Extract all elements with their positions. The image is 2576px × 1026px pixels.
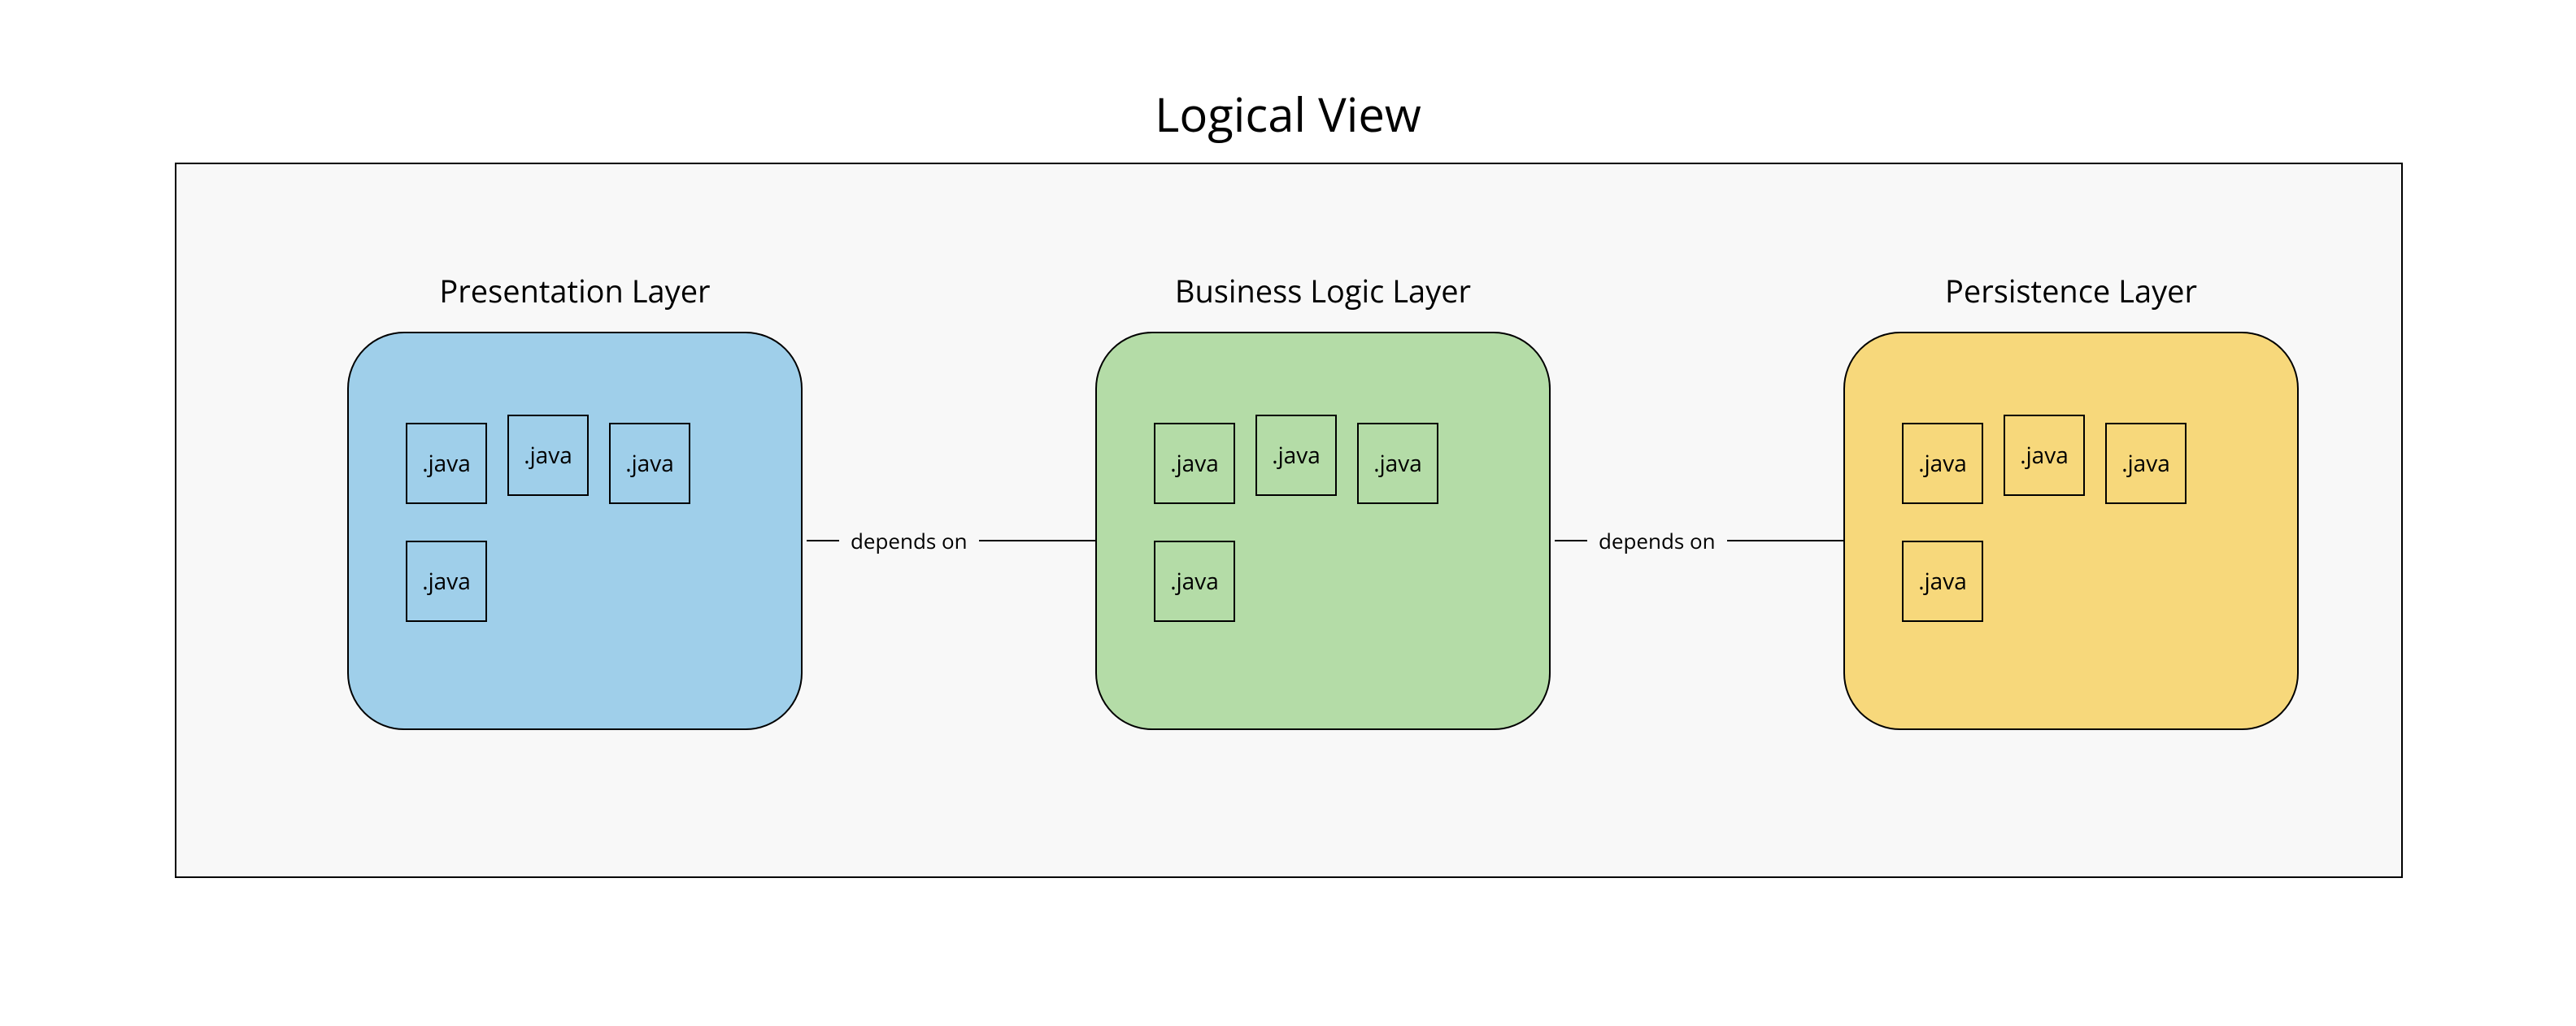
layer-business-logic: Business Logic Layer .java .java .java .…: [1095, 270, 1551, 730]
depends-on-arrow: depends on: [807, 526, 1109, 555]
file-icon: .java: [507, 415, 589, 496]
file-icon: .java: [1357, 423, 1438, 504]
arrow-label: depends on: [839, 526, 979, 555]
layer-box: .java .java .java .java: [1843, 332, 2299, 730]
layer-label: Persistence Layer: [1843, 270, 2299, 312]
file-icon: .java: [406, 423, 487, 504]
file-icon: .java: [1902, 541, 1983, 622]
file-icon: .java: [1255, 415, 1337, 496]
depends-on-arrow: depends on: [1555, 526, 1857, 555]
layer-label: Presentation Layer: [347, 270, 803, 312]
layer-label: Business Logic Layer: [1095, 270, 1551, 312]
diagram-title: Logical View: [0, 0, 2576, 162]
file-icon: .java: [1154, 541, 1235, 622]
layer-box: .java .java .java .java: [347, 332, 803, 730]
file-icon: .java: [406, 541, 487, 622]
layer-presentation: Presentation Layer .java .java .java .ja…: [347, 270, 803, 730]
layer-box: .java .java .java .java: [1095, 332, 1551, 730]
file-icon: .java: [2105, 423, 2187, 504]
file-icon: .java: [609, 423, 690, 504]
file-icon: .java: [2004, 415, 2085, 496]
diagram-frame: Presentation Layer .java .java .java .ja…: [175, 163, 2403, 878]
layer-persistence: Persistence Layer .java .java .java .jav…: [1843, 270, 2299, 730]
file-icon: .java: [1902, 423, 1983, 504]
arrow-label: depends on: [1587, 526, 1727, 555]
file-icon: .java: [1154, 423, 1235, 504]
